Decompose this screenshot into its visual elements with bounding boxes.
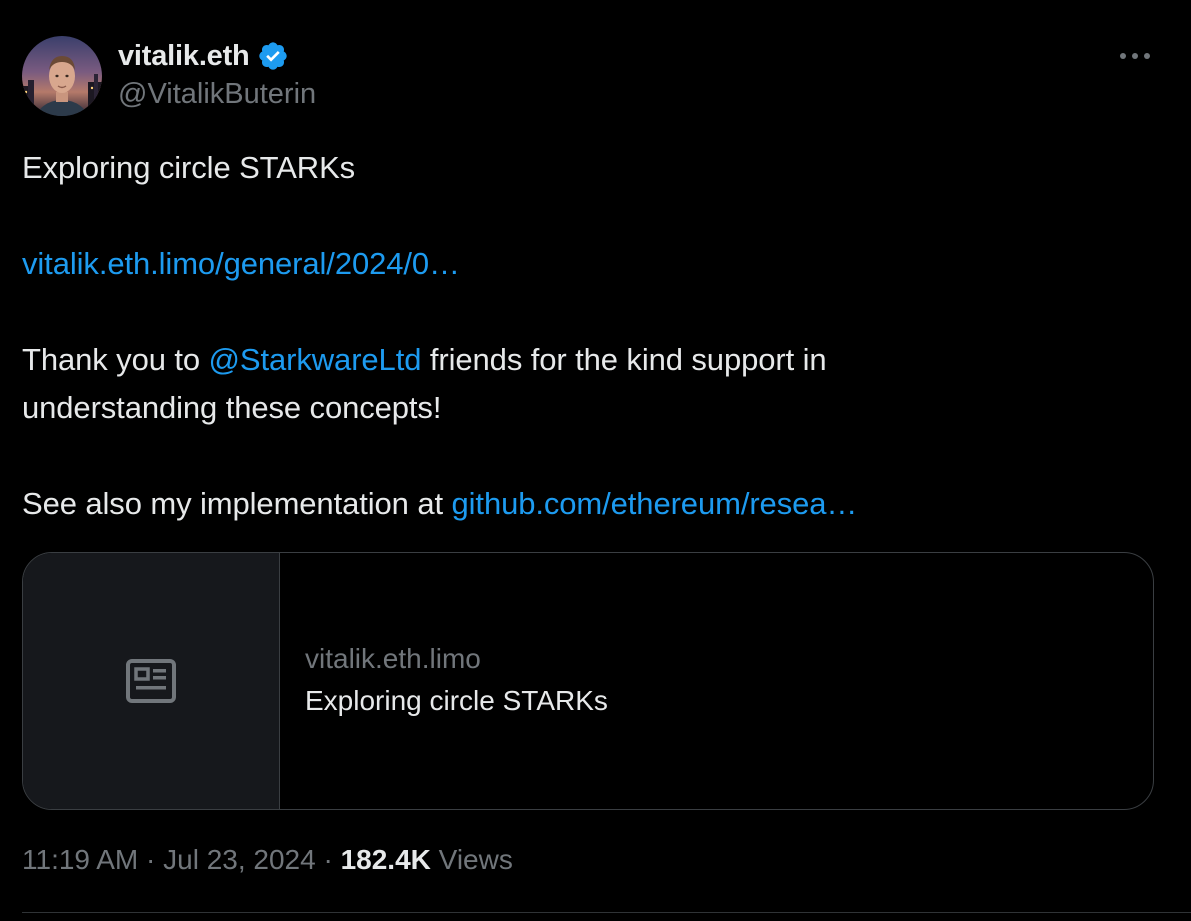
more-options-button[interactable] [1112,40,1158,72]
tweet-text-segment: See also my implementation at [22,486,452,521]
card-thumbnail [23,553,280,809]
link-preview-card[interactable]: vitalik.eth.limo Exploring circle STARKs [22,552,1154,810]
divider [22,912,1191,913]
tweet-time[interactable]: 11:19 AM [22,844,138,875]
tweet: vitalik.eth @VitalikButerin Exploring ci… [0,0,1191,921]
card-title: Exploring circle STARKs [305,685,608,716]
views-label: Views [430,844,513,875]
tweet-line: Exploring circle STARKs [22,150,356,185]
profile-photo [22,36,102,116]
verified-badge-icon[interactable] [257,40,289,72]
meta-separator: · [138,844,164,875]
tweet-line: Thank you to @StarkwareLtd friends for t… [22,336,1162,384]
display-name[interactable]: vitalik.eth [118,40,250,73]
article-link[interactable]: vitalik.eth.limo/general/2024/0… [22,246,460,281]
tweet-line: understanding these concepts! [22,390,442,425]
tweet-date[interactable]: Jul 23, 2024 [163,844,316,875]
views-count[interactable]: 182.4K [341,844,431,875]
tweet-text-segment: friends for the kind support in [421,342,827,377]
meta-separator: · [315,844,341,875]
author-handle[interactable]: @VitalikButerin [118,78,316,111]
tweet-text-segment: Thank you to [22,342,209,377]
card-domain: vitalik.eth.limo [305,643,481,674]
avatar[interactable] [22,36,102,116]
github-link[interactable]: github.com/ethereum/resea… [452,486,858,521]
article-icon [126,659,176,703]
tweet-line: vitalik.eth.limo/general/2024/0… [22,240,1162,288]
mention-link[interactable]: @StarkwareLtd [209,342,422,377]
more-horizontal-icon [1120,53,1150,59]
tweet-line: See also my implementation at github.com… [22,480,1162,528]
tweet-meta: 11:19 AM · Jul 23, 2024 · 182.4K Views [22,844,513,876]
author-name-row: vitalik.eth [118,38,289,74]
tweet-text: Exploring circle STARKs vitalik.eth.limo… [22,144,1162,528]
card-info: vitalik.eth.limo Exploring circle STARKs [280,553,1153,809]
